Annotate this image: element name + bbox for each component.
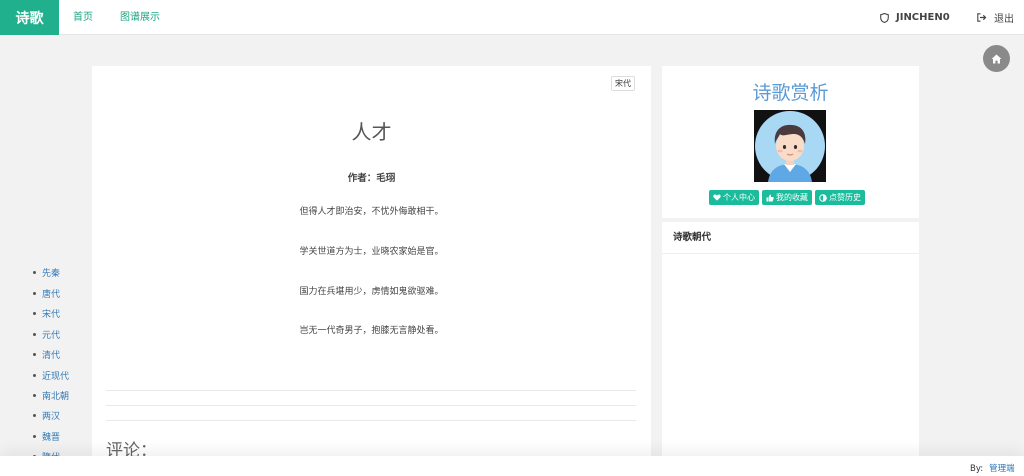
sign-out-icon: [977, 13, 987, 22]
dynasty-link[interactable]: 唐代: [33, 287, 60, 300]
dynasty-badge[interactable]: 宋代: [611, 76, 635, 91]
profile-center-button[interactable]: 个人中心: [709, 190, 759, 205]
home-icon: [991, 54, 1002, 63]
brand-logo[interactable]: 诗歌: [0, 0, 59, 35]
thumbs-up-icon: [766, 194, 774, 201]
footer-bar: [0, 456, 1024, 476]
avatar: [754, 110, 826, 182]
divider: [106, 420, 636, 421]
shield-icon: [880, 12, 889, 23]
dynasty-card: 诗歌朝代: [662, 222, 919, 476]
user-menu[interactable]: JINCHEN0: [880, 0, 950, 35]
like-history-button[interactable]: 点赞历史: [815, 190, 865, 205]
home-floating-button[interactable]: [983, 45, 1010, 72]
heart-icon: [713, 194, 721, 201]
half-circle-icon: [819, 193, 827, 202]
divider: [106, 405, 636, 406]
dynasty-link[interactable]: 先秦: [33, 266, 60, 279]
dynasty-link[interactable]: 宋代: [33, 307, 60, 320]
divider: [106, 390, 636, 391]
favorites-button[interactable]: 我的收藏: [762, 190, 812, 205]
sidebar-title: 诗歌赏析: [752, 82, 829, 104]
poem-line: 岂无一代奇男子，抱膝无言静处看。: [299, 326, 444, 336]
footer-text: By: 管理端: [970, 462, 1015, 474]
username: JINCHEN0: [896, 12, 950, 23]
nav-home-link[interactable]: 首页: [73, 0, 93, 35]
logout-label: 退出: [994, 14, 1014, 25]
poem-line: 学关世道方为士，业晓农家始是官。: [299, 247, 444, 257]
dynasty-card-header: 诗歌朝代: [662, 222, 919, 254]
nav-graph-link[interactable]: 图谱展示: [120, 0, 160, 35]
avatar-illustration: [755, 111, 825, 182]
poem-author: 作者：毛珝: [347, 173, 396, 184]
footer-by: By:: [970, 464, 984, 474]
poem-title: 人才: [351, 120, 392, 144]
dynasty-link[interactable]: 元代: [33, 328, 60, 341]
like-history-label: 点赞历史: [829, 193, 861, 202]
profile-actions: 个人中心 我的收藏 点赞历史: [709, 190, 865, 205]
dynasty-link[interactable]: 近现代: [33, 369, 69, 382]
dynasty-link[interactable]: 清代: [33, 348, 60, 361]
poem-line: 国力在兵堪用少，虏情如鬼欲驱难。: [299, 287, 444, 297]
dynasty-link[interactable]: 两汉: [33, 409, 60, 422]
dynasty-link[interactable]: 魏晋: [33, 430, 60, 443]
admin-link[interactable]: 管理端: [989, 464, 1015, 474]
dynasty-link[interactable]: 南北朝: [33, 389, 69, 402]
favorites-label: 我的收藏: [776, 193, 808, 202]
profile-center-label: 个人中心: [723, 193, 755, 202]
poem-line: 但得人才即治安，不忧外侮敢相干。: [299, 207, 444, 217]
logout-button[interactable]: 退出: [977, 0, 1014, 35]
